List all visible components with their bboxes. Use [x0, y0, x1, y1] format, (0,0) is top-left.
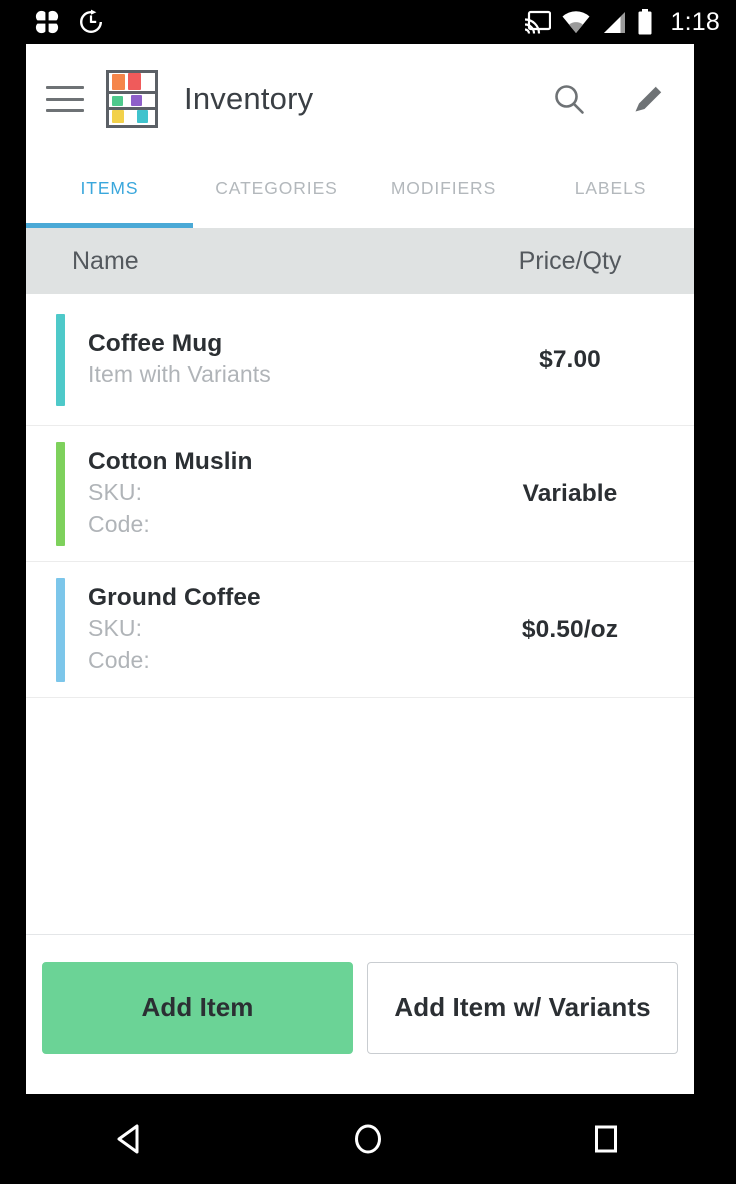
item-list[interactable]: Coffee Mug Item with Variants $7.00 Cott…	[26, 294, 694, 934]
recents-square-icon[interactable]	[579, 1112, 633, 1166]
home-circle-icon[interactable]	[341, 1112, 395, 1166]
item-code: Code:	[88, 511, 150, 538]
app-bar-actions	[552, 82, 672, 116]
item-sku: SKU:	[88, 479, 143, 506]
clover-app-icon	[34, 9, 60, 35]
item-subtitle: Item with Variants	[88, 361, 271, 388]
table-row[interactable]: Cotton Muslin SKU: Code: Variable	[26, 426, 694, 562]
footer-action-bar: Add Item Add Item w/ Variants	[26, 934, 694, 1080]
wifi-icon	[562, 10, 590, 34]
column-header-price-qty: Price/Qty	[518, 246, 622, 275]
item-price: Variable	[522, 479, 618, 507]
android-navigation-bar	[0, 1094, 736, 1184]
hamburger-menu-icon[interactable]	[46, 86, 84, 112]
tab-labels[interactable]: LABELS	[527, 154, 694, 228]
add-item-button[interactable]: Add Item	[42, 961, 353, 1054]
tab-labels-label: LABELS	[574, 177, 647, 198]
tab-categories[interactable]: CATEGORIES	[193, 154, 360, 228]
cellular-signal-icon	[601, 11, 626, 34]
pencil-edit-icon[interactable]	[632, 82, 666, 116]
tab-modifiers[interactable]: MODIFIERS	[360, 154, 527, 228]
item-details: Cotton Muslin SKU: Code:	[88, 446, 470, 541]
inventory-shelf-icon	[106, 70, 158, 128]
page-title: Inventory	[184, 81, 314, 116]
search-icon[interactable]	[552, 82, 586, 116]
tab-items-label: ITEMS	[80, 177, 139, 198]
status-bar-left-icons	[34, 9, 104, 35]
tab-categories-label: CATEGORIES	[215, 177, 338, 198]
status-bar: 1:18	[0, 0, 736, 44]
tab-modifiers-label: MODIFIERS	[390, 177, 497, 198]
item-name: Coffee Mug	[88, 329, 223, 357]
item-code: Code:	[88, 647, 150, 674]
alarm-history-icon	[78, 9, 104, 35]
item-price: $0.50/oz	[521, 615, 619, 643]
item-details: Coffee Mug Item with Variants	[88, 328, 470, 391]
item-name: Cotton Muslin	[88, 448, 253, 476]
item-color-accent	[56, 577, 65, 682]
item-name: Ground Coffee	[88, 584, 261, 612]
app-surface: Inventory ITEMS CATEGORIES MODIFIERS LAB…	[26, 44, 694, 1094]
add-item-with-variants-button[interactable]: Add Item w/ Variants	[367, 961, 678, 1054]
item-color-accent	[56, 313, 65, 406]
tab-items[interactable]: ITEMS	[26, 154, 193, 228]
back-triangle-icon[interactable]	[103, 1112, 157, 1166]
item-details: Ground Coffee SKU: Code:	[88, 582, 470, 677]
item-color-accent	[56, 441, 65, 546]
table-row[interactable]: Ground Coffee SKU: Code: $0.50/oz	[26, 562, 694, 698]
tab-bar: ITEMS CATEGORIES MODIFIERS LABELS	[26, 154, 694, 228]
battery-icon	[637, 9, 653, 35]
item-price: $7.00	[539, 345, 601, 373]
app-bar: Inventory	[26, 44, 694, 154]
list-column-header: Name Price/Qty	[26, 228, 694, 294]
cast-icon	[524, 10, 551, 34]
status-bar-right-icons: 1:18	[524, 9, 720, 35]
item-sku: SKU:	[88, 615, 143, 642]
column-header-name: Name	[72, 246, 139, 275]
table-row[interactable]: Coffee Mug Item with Variants $7.00	[26, 294, 694, 426]
status-bar-clock: 1:18	[670, 7, 720, 36]
